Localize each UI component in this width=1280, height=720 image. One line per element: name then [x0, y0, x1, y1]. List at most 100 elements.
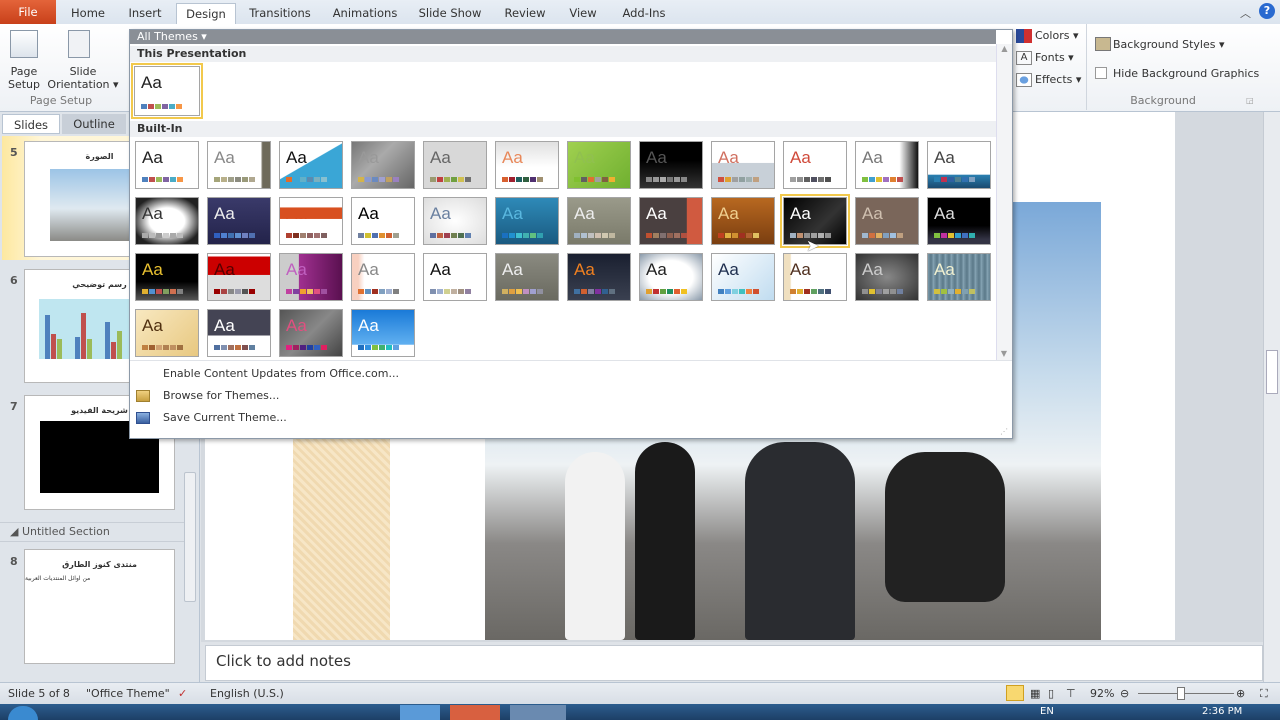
powerpoint-taskbar-icon[interactable] [450, 705, 500, 720]
theme-28[interactable]: Aa [351, 253, 415, 301]
scroll-down-icon[interactable]: ▼ [997, 349, 1011, 358]
theme-31[interactable]: Aa [567, 253, 631, 301]
menu-browse-for-themes[interactable]: Browse for Themes... [163, 386, 279, 406]
colors-button[interactable]: Colors ▾ [1035, 29, 1078, 42]
start-button[interactable] [8, 706, 38, 720]
all-themes-filter[interactable]: All Themes ▾ [130, 30, 996, 44]
zoom-slider[interactable] [1138, 693, 1234, 694]
section-header[interactable]: ◢ Untitled Section [0, 522, 186, 542]
tab-transitions[interactable]: Transitions [242, 3, 318, 25]
zoom-out-icon[interactable]: ⊖ [1120, 683, 1129, 704]
hide-background-graphics-label[interactable]: Hide Background Graphics [1113, 67, 1259, 80]
theme-29[interactable]: Aa [423, 253, 487, 301]
language[interactable]: English (U.S.) [210, 683, 284, 704]
notes-field[interactable]: Click to add notes [205, 645, 1263, 681]
theme-34[interactable]: Aa [783, 253, 847, 301]
theme-35[interactable]: Aa [855, 253, 919, 301]
fonts-button[interactable]: Fonts ▾ [1035, 51, 1074, 64]
theme-1[interactable]: Aa [135, 141, 199, 189]
zoom-slider-thumb[interactable] [1177, 687, 1185, 700]
theme-4[interactable]: Aa [351, 141, 415, 189]
slides-pane-scrollbar[interactable] [184, 472, 196, 602]
theme-38[interactable]: Aa [207, 309, 271, 357]
theme-15[interactable]: Aa [279, 197, 343, 245]
tab-file[interactable]: File [0, 0, 56, 24]
theme-name[interactable]: "Office Theme" [86, 683, 170, 704]
zoom-in-icon[interactable]: ⊕ [1236, 683, 1245, 704]
vertical-scrollbar[interactable] [1263, 112, 1280, 682]
slide-sorter-icon[interactable]: ▦ [1030, 683, 1040, 704]
background-styles-button[interactable]: Background Styles ▾ [1113, 38, 1225, 51]
tab-slide-show[interactable]: Slide Show [414, 3, 486, 25]
color-swatch [825, 233, 831, 238]
theme-24[interactable]: Aa [927, 197, 991, 245]
theme-8[interactable]: Aa [639, 141, 703, 189]
theme-36[interactable]: Aa [927, 253, 991, 301]
menu-enable-content-updates[interactable]: Enable Content Updates from Office.com..… [163, 364, 399, 384]
theme-2[interactable]: Aa [207, 141, 271, 189]
theme-9[interactable]: Aa [711, 141, 775, 189]
scroll-up-icon[interactable]: ▲ [997, 44, 1012, 53]
theme-14[interactable]: Aa [207, 197, 271, 245]
theme-12[interactable]: Aa [927, 141, 991, 189]
tab-home[interactable]: Home [62, 3, 114, 25]
resize-grip-icon[interactable]: ⋰ [1000, 427, 1008, 436]
spell-check-icon[interactable]: ✓ [178, 683, 187, 704]
theme-19[interactable]: Aa [567, 197, 631, 245]
tab-review[interactable]: Review [498, 3, 552, 25]
page-setup-button[interactable]: Page Setup [4, 65, 44, 91]
theme-21[interactable]: Aa [711, 197, 775, 245]
color-swatch [934, 177, 940, 182]
tab-design[interactable]: Design [176, 3, 236, 25]
gallery-scrollbar[interactable]: ▲ ▼ [996, 44, 1012, 360]
tab-animations[interactable]: Animations [328, 3, 402, 25]
taskbar-app[interactable] [400, 705, 440, 720]
theme-16[interactable]: Aa [351, 197, 415, 245]
theme-39[interactable]: Aa [279, 309, 343, 357]
minimize-ribbon-icon[interactable]: ︿ [1240, 5, 1251, 21]
tab-outline[interactable]: Outline [62, 114, 126, 134]
slide-thumbnail-8[interactable]: منتدى كنوز الطارق من اوائل المنتديات الع… [24, 549, 175, 664]
tab-add-ins[interactable]: Add-Ins [614, 3, 674, 25]
taskbar-app[interactable] [510, 705, 566, 720]
theme-26[interactable]: Aa [207, 253, 271, 301]
fit-to-window-icon[interactable]: ⛶ [1260, 683, 1268, 704]
tab-insert[interactable]: Insert [118, 3, 172, 25]
slide-orientation-button[interactable]: Slide Orientation ▾ [46, 65, 120, 91]
theme-30[interactable]: Aa [495, 253, 559, 301]
slideshow-icon[interactable]: ⊤ [1066, 683, 1076, 704]
slide-orientation-icon[interactable] [68, 30, 90, 58]
help-icon[interactable]: ? [1259, 3, 1275, 19]
theme-18[interactable]: Aa [495, 197, 559, 245]
input-language[interactable]: EN [1040, 706, 1054, 717]
theme-current[interactable]: Aa [131, 63, 203, 119]
clock[interactable]: 2:36 PM [1202, 706, 1242, 717]
page-setup-icon[interactable] [10, 30, 38, 58]
tab-view[interactable]: View [562, 3, 604, 25]
reading-view-icon[interactable]: ▯ [1048, 683, 1054, 704]
theme-33[interactable]: Aa [711, 253, 775, 301]
theme-40[interactable]: Aa [351, 309, 415, 357]
theme-6[interactable]: Aa [495, 141, 559, 189]
theme-32[interactable]: Aa [639, 253, 703, 301]
dialog-launcher-icon[interactable]: ◲ [1246, 96, 1254, 105]
hide-background-graphics-checkbox[interactable] [1095, 67, 1107, 79]
theme-37[interactable]: Aa [135, 309, 199, 357]
theme-20[interactable]: Aa [639, 197, 703, 245]
theme-5[interactable]: Aa [423, 141, 487, 189]
theme-3[interactable]: Aa [279, 141, 343, 189]
theme-27[interactable]: Aa [279, 253, 343, 301]
theme-25[interactable]: Aa [135, 253, 199, 301]
theme-10[interactable]: Aa [783, 141, 847, 189]
theme-23[interactable]: Aa [855, 197, 919, 245]
menu-save-current-theme[interactable]: Save Current Theme... [163, 408, 287, 428]
theme-13[interactable]: Aa [135, 197, 199, 245]
effects-button[interactable]: Effects ▾ [1035, 73, 1081, 86]
theme-7[interactable]: Aa [567, 141, 631, 189]
theme-11[interactable]: Aa [855, 141, 919, 189]
tab-slides[interactable]: Slides [2, 114, 60, 134]
zoom-level[interactable]: 92% [1090, 683, 1114, 704]
normal-view-icon[interactable] [1006, 685, 1024, 701]
scroll-thumb[interactable] [1266, 350, 1278, 394]
theme-17[interactable]: Aa [423, 197, 487, 245]
